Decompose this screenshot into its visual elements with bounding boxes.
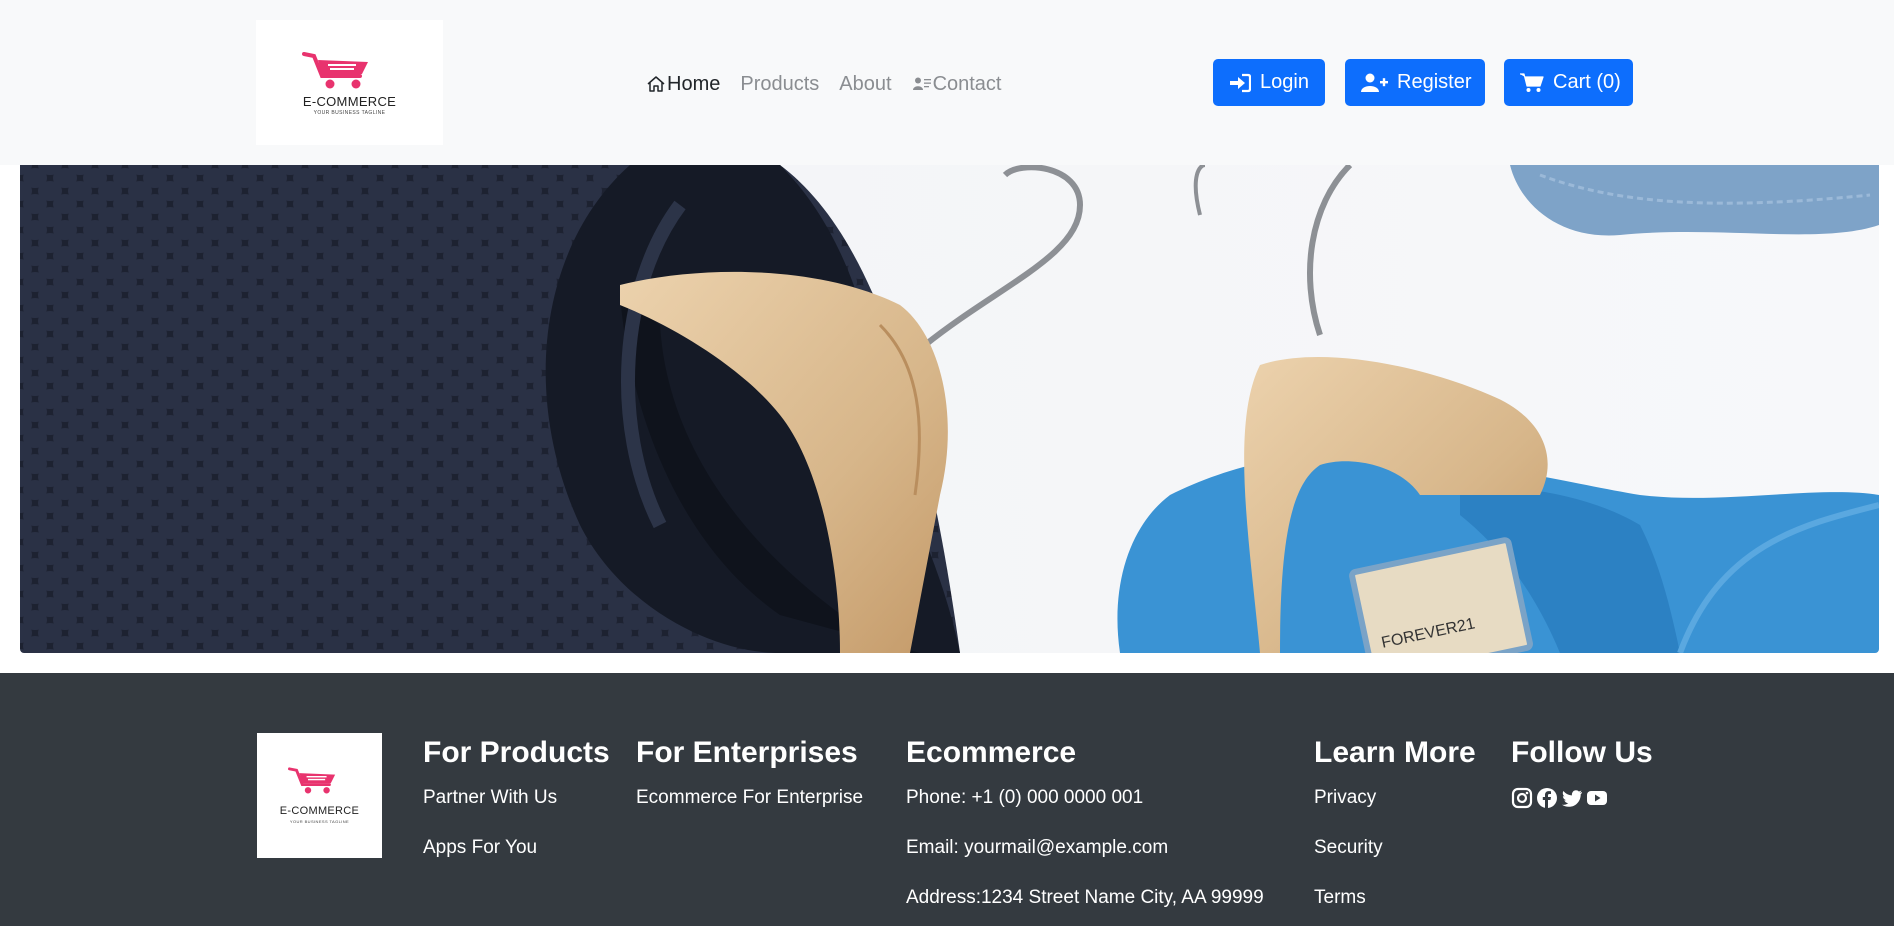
nav-products[interactable]: Products: [740, 73, 819, 96]
footer-link-terms[interactable]: Terms: [1314, 885, 1476, 911]
footer-col-learn: Learn More Privacy Security Terms: [1314, 733, 1476, 911]
shopping-cart-icon: [1520, 72, 1544, 92]
logo-tagline: YOUR BUSINESS TAGLINE: [313, 110, 386, 116]
footer-logo-tagline: YOUR BUSINESS TAGLINE: [289, 819, 350, 824]
login-button[interactable]: Login: [1213, 59, 1325, 106]
sign-in-icon: [1230, 73, 1251, 92]
footer-phone: Phone: +1 (0) 000 0000 001: [906, 787, 1144, 808]
register-button[interactable]: Register: [1345, 59, 1485, 106]
nav-contact[interactable]: Contact: [912, 73, 1002, 96]
logo-title: E-COMMERCE: [302, 94, 397, 109]
footer-email: Email: yourmail@example.com: [906, 837, 1169, 858]
footer-heading-enterprises: For Enterprises: [636, 736, 858, 769]
footer-heading-products: For Products: [423, 736, 610, 769]
navbar: E-COMMERCE YOUR BUSINESS TAGLINE Home Pr…: [0, 0, 1894, 165]
footer-link-apps[interactable]: Apps For You: [423, 835, 610, 861]
footer-heading-ecommerce: Ecommerce: [906, 736, 1077, 769]
footer-logo-title: E-COMMERCE: [279, 805, 360, 817]
twitter-icon[interactable]: [1561, 787, 1583, 809]
footer-heading-follow: Follow Us: [1511, 736, 1653, 769]
footer: E-COMMERCE YOUR BUSINESS TAGLINE For Pro…: [0, 673, 1894, 926]
login-label: Login: [1260, 71, 1309, 93]
nav-about-label: About: [839, 72, 892, 95]
footer-link-security[interactable]: Security: [1314, 835, 1476, 861]
footer-heading-learn: Learn More: [1314, 736, 1476, 769]
main-nav: Home Products About Contact: [646, 72, 1022, 96]
cart-button[interactable]: Cart (0): [1504, 59, 1633, 106]
footer-link-privacy[interactable]: Privacy: [1314, 785, 1476, 811]
user-plus-icon: [1361, 73, 1388, 92]
instagram-icon[interactable]: [1511, 787, 1533, 809]
home-icon: [647, 76, 665, 92]
cart-label: Cart (0): [1553, 71, 1621, 93]
social-links: [1511, 787, 1653, 809]
cart-logo-icon: [288, 767, 336, 794]
nav-home-label: Home: [667, 72, 721, 95]
footer-link-partner[interactable]: Partner With Us: [423, 785, 610, 811]
register-label: Register: [1397, 71, 1472, 93]
nav-about[interactable]: About: [839, 73, 891, 96]
footer-address: Address:1234 Street Name City, AA 99999: [906, 887, 1264, 908]
hero-image: FOREVER21: [20, 165, 1879, 653]
brand-logo[interactable]: E-COMMERCE YOUR BUSINESS TAGLINE: [256, 20, 443, 145]
facebook-icon[interactable]: [1536, 787, 1558, 809]
contact-card-icon: [912, 77, 931, 90]
nav-home[interactable]: Home: [646, 73, 720, 96]
youtube-icon[interactable]: [1586, 787, 1608, 809]
nav-products-label: Products: [740, 72, 820, 95]
footer-col-follow: Follow Us: [1511, 733, 1653, 809]
hero-banner: FOREVER21: [20, 165, 1879, 653]
footer-logo[interactable]: E-COMMERCE YOUR BUSINESS TAGLINE: [257, 733, 382, 858]
nav-contact-label: Contact: [932, 72, 1002, 95]
footer-link-enterprise[interactable]: Ecommerce For Enterprise: [636, 785, 863, 811]
footer-col-products: For Products Partner With Us Apps For Yo…: [423, 733, 610, 861]
footer-col-enterprises: For Enterprises Ecommerce For Enterprise: [636, 733, 863, 811]
footer-col-ecommerce: Ecommerce Phone: +1 (0) 000 0000 001 Ema…: [906, 733, 1264, 911]
cart-logo-icon: [302, 52, 368, 89]
